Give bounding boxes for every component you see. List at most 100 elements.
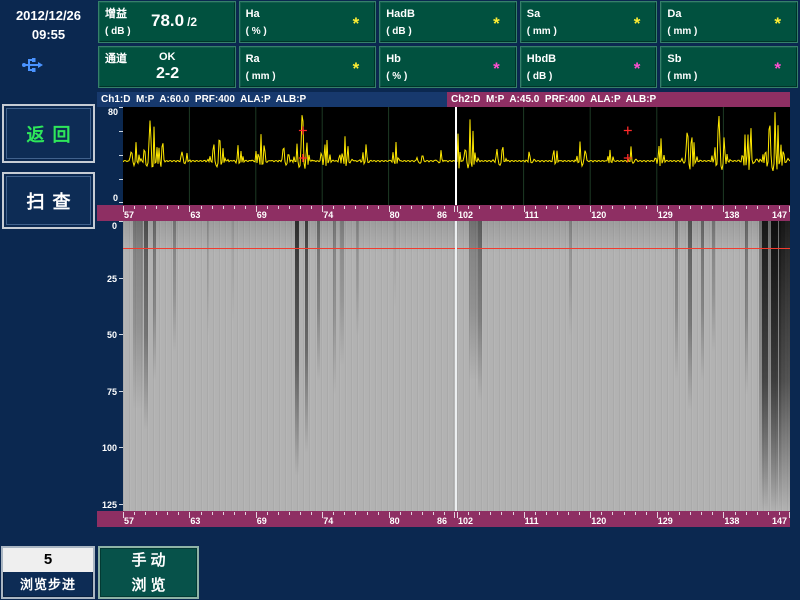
ruler-minor-tick bbox=[234, 512, 235, 515]
bscan-streak bbox=[144, 221, 148, 430]
ruler-tick-label: 129 bbox=[658, 516, 673, 526]
ruler-minor-tick bbox=[145, 206, 146, 209]
param-cell-da: Da( mm ) * bbox=[660, 1, 798, 43]
ruler-tick-label: 102 bbox=[458, 516, 473, 526]
ruler-minor-tick bbox=[422, 512, 423, 515]
ruler-minor-tick bbox=[490, 206, 491, 209]
channel-cell[interactable]: 通道 OK 2-2 bbox=[98, 46, 236, 88]
gain-divisor: /2 bbox=[187, 15, 197, 29]
ruler-minor-tick bbox=[501, 512, 502, 515]
ruler-tick-label: 120 bbox=[591, 210, 606, 220]
back-button[interactable]: 返回 bbox=[2, 104, 95, 163]
ruler-minor-tick bbox=[546, 512, 547, 515]
usb-icon bbox=[20, 54, 44, 76]
ruler-tick-label: 138 bbox=[724, 210, 739, 220]
param-label: HadB bbox=[386, 8, 415, 20]
ruler-tick-label: 86 bbox=[437, 210, 447, 220]
ruler-minor-tick bbox=[223, 206, 224, 209]
ruler-minor-tick bbox=[701, 512, 702, 515]
gain-value: 78.0/2 bbox=[151, 11, 197, 31]
ruler-tick-label: 147 bbox=[772, 210, 787, 220]
ruler-minor-tick bbox=[145, 512, 146, 515]
ruler-minor-tick bbox=[134, 206, 135, 209]
browse-step-value: 5 bbox=[3, 548, 93, 572]
ruler-minor-tick bbox=[300, 512, 301, 515]
bscan-streak bbox=[295, 221, 299, 476]
ruler-minor-tick bbox=[278, 512, 279, 515]
bscan-streak bbox=[688, 221, 692, 410]
param-label: Hb bbox=[386, 53, 401, 65]
ruler-minor-tick bbox=[635, 206, 636, 209]
ruler-minor-tick bbox=[624, 512, 625, 515]
ruler-tick-label: 63 bbox=[190, 210, 200, 220]
datetime-block: 2012/12/26 09:55 bbox=[0, 0, 97, 90]
ascan-channel1 bbox=[123, 107, 455, 205]
ruler-minor-tick bbox=[557, 206, 558, 209]
ruler-minor-tick bbox=[679, 512, 680, 515]
ruler-minor-tick bbox=[201, 512, 202, 515]
browse-step-button[interactable]: 5 浏览步进 bbox=[1, 546, 95, 599]
ruler-minor-tick bbox=[712, 206, 713, 209]
param-star: * bbox=[634, 59, 641, 79]
date-text: 2012/12/26 bbox=[0, 7, 97, 26]
ruler-bottom: 576369748086 102111120129138147 bbox=[97, 511, 790, 527]
param-unit: ( dB ) bbox=[527, 71, 553, 82]
ruler-top-ch1: 576369748086 bbox=[123, 205, 455, 221]
ruler-minor-tick bbox=[223, 512, 224, 515]
ruler-top: 576369748086 102111120129138147 bbox=[97, 205, 790, 221]
ruler-minor-tick bbox=[355, 512, 356, 515]
ruler-minor-tick bbox=[178, 206, 179, 209]
bscan-axis-label: 75 bbox=[99, 387, 117, 397]
ruler-minor-tick bbox=[411, 512, 412, 515]
bscan-streak bbox=[207, 221, 209, 337]
ruler-major-tick bbox=[454, 206, 455, 212]
bscan-streak bbox=[712, 221, 715, 352]
ruler-minor-tick bbox=[535, 512, 536, 515]
ruler-minor-tick bbox=[513, 206, 514, 209]
ruler-minor-tick bbox=[579, 206, 580, 209]
bscan-channel2 bbox=[457, 221, 790, 511]
browse-label: 浏览 bbox=[100, 573, 197, 598]
param-label: Sa bbox=[527, 8, 540, 20]
ruler-minor-tick bbox=[355, 206, 356, 209]
ruler-minor-tick bbox=[344, 206, 345, 209]
bscan-axis-label: 50 bbox=[99, 330, 117, 340]
ruler-minor-tick bbox=[757, 206, 758, 209]
bscan-streak bbox=[394, 221, 396, 308]
gain-cell[interactable]: 增益( dB ) 78.0/2 bbox=[98, 1, 236, 43]
ruler-minor-tick bbox=[156, 512, 157, 515]
bscan-axis-label: 0 bbox=[99, 221, 117, 231]
ruler-minor-tick bbox=[601, 512, 602, 515]
ruler-minor-tick bbox=[646, 512, 647, 515]
param-star: * bbox=[774, 14, 781, 34]
ruler-minor-tick bbox=[278, 206, 279, 209]
channel-status: OK bbox=[159, 51, 176, 63]
ruler-minor-tick bbox=[612, 512, 613, 515]
bscan-streak bbox=[317, 221, 320, 381]
bscan-channel1 bbox=[123, 221, 455, 511]
ascan-axis-max: 80 bbox=[108, 107, 118, 117]
bscan-streak bbox=[356, 221, 359, 337]
ruler-minor-tick bbox=[245, 512, 246, 515]
param-star: * bbox=[493, 14, 500, 34]
ruler-minor-tick bbox=[646, 206, 647, 209]
ruler-minor-tick bbox=[490, 512, 491, 515]
param-unit: ( mm ) bbox=[667, 26, 697, 37]
bscan-gate-line bbox=[457, 248, 790, 249]
ruler-minor-tick bbox=[568, 512, 569, 515]
ascan-channel2 bbox=[457, 107, 790, 205]
bscan-axis-label: 125 bbox=[99, 500, 117, 510]
parameter-grid: 增益( dB ) 78.0/2 Ha( % ) * HadB( dB ) * S… bbox=[97, 0, 800, 90]
ruler-minor-tick bbox=[546, 206, 547, 209]
ruler-minor-tick bbox=[768, 206, 769, 209]
manual-browse-button[interactable]: 手动 浏览 bbox=[98, 546, 199, 599]
scan-button[interactable]: 扫查 bbox=[2, 172, 95, 229]
ruler-minor-tick bbox=[433, 512, 434, 515]
ruler-tick-label: 74 bbox=[323, 516, 333, 526]
ruler-minor-tick bbox=[422, 206, 423, 209]
bscan-streak bbox=[675, 221, 678, 381]
ruler-tick-label: 129 bbox=[658, 210, 673, 220]
ruler-tick-label: 111 bbox=[525, 210, 539, 220]
ruler-minor-tick bbox=[311, 206, 312, 209]
param-cell-sa: Sa( mm ) * bbox=[520, 1, 658, 43]
